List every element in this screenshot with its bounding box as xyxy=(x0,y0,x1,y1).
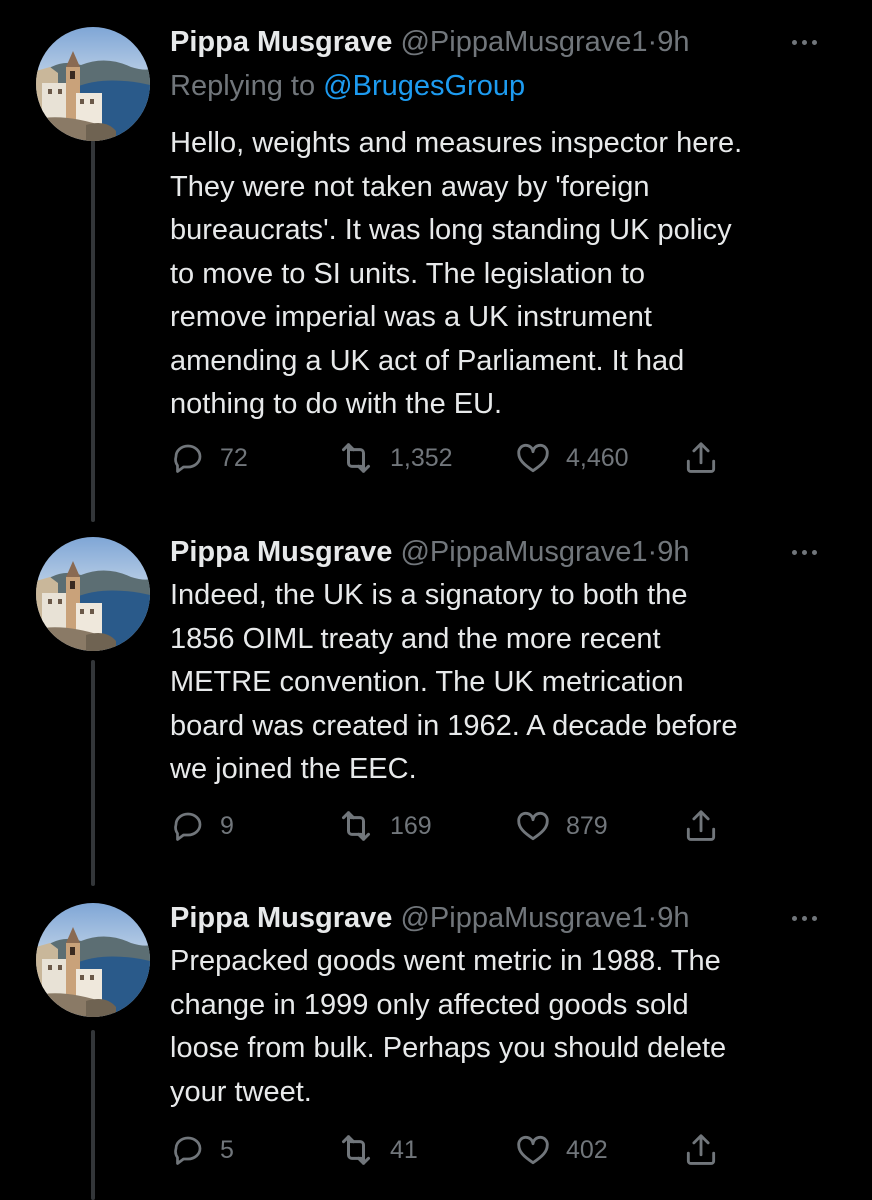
avatar[interactable] xyxy=(36,903,150,1017)
separator-dot: · xyxy=(647,536,658,568)
tweet-text: Hello, weights and measures inspector he… xyxy=(170,127,743,420)
action-bar: 9 169 879 xyxy=(170,806,770,846)
like-count: 402 xyxy=(566,1135,608,1164)
avatar[interactable] xyxy=(36,537,150,651)
timestamp[interactable]: 9h xyxy=(657,536,689,568)
reply-count: 9 xyxy=(220,811,234,840)
tweet-header: Pippa Musgrave @PippaMusgrave1·9h xyxy=(170,24,770,60)
retweet-count: 1,352 xyxy=(390,443,453,472)
share-icon xyxy=(682,807,720,845)
like-count: 879 xyxy=(566,811,608,840)
author-name[interactable]: Pippa Musgrave xyxy=(170,26,392,58)
avatar[interactable] xyxy=(36,27,150,141)
tweet-text: Indeed, the UK is a signatory to both th… xyxy=(170,579,738,785)
reply-button[interactable]: 72 xyxy=(170,438,248,478)
retweet-count: 41 xyxy=(390,1135,418,1164)
action-bar: 72 1,352 4,460 xyxy=(170,438,770,478)
retweet-button[interactable]: 1,352 xyxy=(336,438,453,478)
tweet[interactable]: Pippa Musgrave @PippaMusgrave1·9h Replyi… xyxy=(0,0,872,520)
like-button[interactable]: 4,460 xyxy=(514,438,629,478)
reply-count: 72 xyxy=(220,443,248,472)
separator-dot: · xyxy=(647,26,658,58)
heart-icon xyxy=(514,439,552,477)
like-button[interactable]: 402 xyxy=(514,1130,608,1170)
retweet-icon xyxy=(336,1130,376,1170)
share-icon xyxy=(682,439,720,477)
more-icon[interactable] xyxy=(792,916,817,921)
reply-icon xyxy=(170,440,206,476)
author-handle[interactable]: @PippaMusgrave1 xyxy=(400,902,647,934)
tweet-header: Pippa Musgrave @PippaMusgrave1·9h xyxy=(170,900,770,936)
reply-button[interactable]: 9 xyxy=(170,806,234,846)
like-button[interactable]: 879 xyxy=(514,806,608,846)
share-button[interactable] xyxy=(682,438,720,478)
share-icon xyxy=(682,1131,720,1169)
tweet-header: Pippa Musgrave @PippaMusgrave1·9h xyxy=(170,534,770,570)
retweet-icon xyxy=(336,806,376,846)
retweet-button[interactable]: 41 xyxy=(336,1130,418,1170)
retweet-count: 169 xyxy=(390,811,432,840)
mention-link[interactable]: @BrugesGroup xyxy=(323,70,525,102)
author-handle[interactable]: @PippaMusgrave1 xyxy=(400,26,647,58)
author-name[interactable]: Pippa Musgrave xyxy=(170,902,392,934)
share-button[interactable] xyxy=(682,1130,720,1170)
reply-button[interactable]: 5 xyxy=(170,1130,234,1170)
retweet-icon xyxy=(336,438,376,478)
share-button[interactable] xyxy=(682,806,720,846)
tweet[interactable]: Pippa Musgrave @PippaMusgrave1·9h Indeed… xyxy=(0,510,872,870)
author-name[interactable]: Pippa Musgrave xyxy=(170,536,392,568)
heart-icon xyxy=(514,807,552,845)
separator-dot: · xyxy=(647,902,658,934)
reply-count: 5 xyxy=(220,1135,234,1164)
reply-icon xyxy=(170,808,206,844)
replying-prefix: Replying to xyxy=(170,70,324,102)
retweet-button[interactable]: 169 xyxy=(336,806,432,846)
timestamp[interactable]: 9h xyxy=(657,26,689,58)
author-handle[interactable]: @PippaMusgrave1 xyxy=(400,536,647,568)
heart-icon xyxy=(514,1131,552,1169)
like-count: 4,460 xyxy=(566,443,629,472)
action-bar: 5 41 402 xyxy=(170,1130,770,1170)
reply-icon xyxy=(170,1132,206,1168)
tweet-text: Prepacked goods went metric in 1988. The… xyxy=(170,945,727,1108)
tweet[interactable]: Pippa Musgrave @PippaMusgrave1·9h Prepac… xyxy=(0,876,872,1200)
replying-to: Replying to @BrugesGroup xyxy=(170,68,525,104)
timestamp[interactable]: 9h xyxy=(657,902,689,934)
more-icon[interactable] xyxy=(792,40,817,45)
more-icon[interactable] xyxy=(792,550,817,555)
